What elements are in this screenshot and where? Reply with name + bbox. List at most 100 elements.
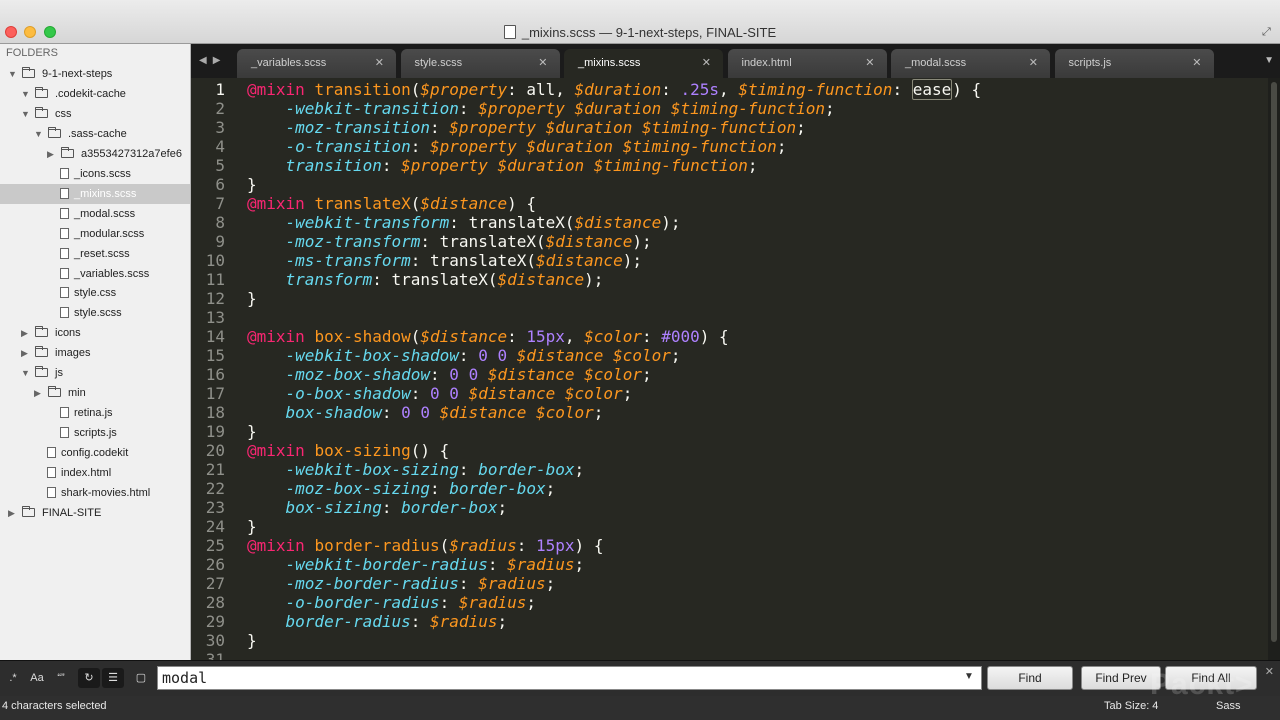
tab-dropdown-icon[interactable]: ▼ bbox=[1264, 55, 1274, 66]
find-input[interactable]: modal bbox=[157, 666, 982, 690]
fullscreen-icon[interactable]: ⤢ bbox=[1262, 26, 1274, 38]
tab[interactable]: style.scss ✕ bbox=[400, 49, 560, 78]
disclosure-expanded-icon[interactable]: ▼ bbox=[8, 64, 17, 84]
code-token: $property bbox=[420, 80, 508, 99]
scrollbar-thumb[interactable] bbox=[1271, 82, 1277, 642]
close-find-panel-icon[interactable]: ✕ bbox=[1265, 665, 1274, 678]
tab-label: _modal.scss bbox=[905, 57, 967, 69]
code-line[interactable]: transform: translateX($distance); bbox=[247, 270, 604, 289]
sidebar-item[interactable]: retina.js bbox=[0, 403, 190, 423]
sidebar-item[interactable]: scripts.js bbox=[0, 423, 190, 443]
disclosure-collapsed-icon[interactable]: ▶ bbox=[8, 503, 15, 523]
sidebar-item[interactable]: ▼ .codekit-cache bbox=[0, 84, 190, 104]
code-line[interactable]: @mixin transition($property: all, $durat… bbox=[247, 79, 981, 100]
highlight-matches-icon[interactable]: ▢ bbox=[130, 668, 152, 688]
tab-close-icon[interactable]: ✕ bbox=[375, 56, 384, 69]
code-token: 0 0 bbox=[449, 365, 488, 384]
code-line[interactable]: -webkit-transition: $property $duration … bbox=[247, 99, 835, 118]
tab-close-icon[interactable]: ✕ bbox=[865, 56, 874, 69]
sidebar-item[interactable]: style.css bbox=[0, 283, 190, 303]
disclosure-collapsed-icon[interactable]: ▶ bbox=[21, 343, 28, 363]
code-line[interactable]: -webkit-box-shadow: 0 0 $distance $color… bbox=[247, 346, 681, 365]
code-line[interactable]: } bbox=[247, 422, 257, 441]
code-line[interactable]: @mixin border-radius($radius: 15px) { bbox=[247, 536, 603, 555]
sidebar-item[interactable]: _mixins.scss bbox=[0, 183, 190, 204]
code-line[interactable]: -moz-box-shadow: 0 0 $distance $color; bbox=[247, 365, 652, 384]
code-token: : bbox=[439, 593, 459, 612]
find-button[interactable]: Find bbox=[987, 666, 1073, 690]
code-line[interactable]: -webkit-transform: translateX($distance)… bbox=[247, 213, 681, 232]
tab-nav-arrows-icon[interactable]: ◀▶ bbox=[199, 55, 226, 66]
code-line[interactable]: -webkit-border-radius: $radius; bbox=[247, 555, 585, 574]
disclosure-collapsed-icon[interactable]: ▶ bbox=[47, 144, 54, 164]
sidebar-item[interactable]: ▶ min bbox=[0, 383, 190, 403]
wrap-icon[interactable]: ↻ bbox=[78, 668, 100, 688]
tab[interactable]: scripts.js ✕ bbox=[1054, 49, 1214, 78]
sidebar-item[interactable]: ▼ js bbox=[0, 363, 190, 383]
sidebar-item[interactable]: ▼ .sass-cache bbox=[0, 124, 190, 144]
code-line[interactable]: -moz-border-radius: $radius; bbox=[247, 574, 556, 593]
code-line[interactable]: } bbox=[247, 289, 257, 308]
find-prev-button[interactable]: Find Prev bbox=[1081, 666, 1161, 690]
sidebar-item[interactable]: ▼ 9-1-next-steps bbox=[0, 64, 190, 84]
code-editor[interactable]: 1 2 3 4 5 6 7 8 9 10 11 12 13 14 15 16 17 18 19 20 21 22 23 24 2… bbox=[191, 78, 1268, 660]
tab-close-icon[interactable]: ✕ bbox=[702, 56, 711, 69]
code-line[interactable]: border-radius: $radius; bbox=[247, 612, 508, 631]
sidebar-item[interactable]: _icons.scss bbox=[0, 164, 190, 184]
sidebar-item[interactable]: config.codekit bbox=[0, 443, 190, 463]
code-line[interactable]: } bbox=[247, 631, 257, 650]
code-line[interactable]: -moz-transition: $property $duration $ti… bbox=[247, 118, 806, 137]
code-line[interactable]: -ms-transform: translateX($distance); bbox=[247, 251, 642, 270]
sidebar-item[interactable]: _reset.scss bbox=[0, 244, 190, 264]
sidebar-item[interactable]: _variables.scss bbox=[0, 264, 190, 284]
code-line[interactable]: } bbox=[247, 175, 257, 194]
whole-word-icon[interactable]: “” bbox=[50, 668, 72, 688]
case-sensitive-icon[interactable]: Aa bbox=[26, 668, 48, 688]
code-line[interactable]: -o-border-radius: $radius; bbox=[247, 593, 536, 612]
sidebar-item[interactable]: index.html bbox=[0, 463, 190, 483]
disclosure-collapsed-icon[interactable]: ▶ bbox=[34, 383, 41, 403]
find-history-dropdown-icon[interactable]: ▼ bbox=[964, 671, 974, 682]
tab-close-icon[interactable]: ✕ bbox=[1029, 56, 1038, 69]
code-token: ( bbox=[410, 327, 421, 346]
tab-close-icon[interactable]: ✕ bbox=[1192, 56, 1201, 69]
disclosure-expanded-icon[interactable]: ▼ bbox=[21, 84, 30, 104]
code-line[interactable]: -webkit-box-sizing: border-box; bbox=[247, 460, 585, 479]
sidebar-item[interactable]: shark-movies.html bbox=[0, 483, 190, 503]
file-icon bbox=[60, 407, 69, 419]
disclosure-expanded-icon[interactable]: ▼ bbox=[34, 124, 43, 144]
regex-icon[interactable]: .* bbox=[2, 668, 24, 688]
tab[interactable]: _modal.scss ✕ bbox=[891, 49, 1050, 78]
code-line[interactable]: @mixin box-shadow($distance: 15px, $colo… bbox=[247, 327, 729, 346]
code-line[interactable]: -moz-transform: translateX($distance); bbox=[247, 232, 652, 251]
sidebar-item[interactable]: ▶ images bbox=[0, 343, 190, 363]
sidebar-item[interactable]: style.scss bbox=[0, 303, 190, 323]
folder-icon bbox=[22, 505, 35, 517]
tab[interactable]: _mixins.scss ✕ bbox=[564, 49, 723, 78]
in-selection-icon[interactable]: ☰ bbox=[102, 668, 124, 688]
editor-scrollbar[interactable] bbox=[1268, 78, 1280, 660]
disclosure-collapsed-icon[interactable]: ▶ bbox=[21, 323, 28, 343]
tab[interactable]: _variables.scss ✕ bbox=[237, 49, 396, 78]
sidebar-item[interactable]: ▶ FINAL-SITE bbox=[0, 503, 190, 523]
code-line[interactable]: box-sizing: border-box; bbox=[247, 498, 508, 517]
sidebar-item[interactable]: ▶ icons bbox=[0, 323, 190, 343]
tab[interactable]: index.html ✕ bbox=[727, 49, 887, 78]
code-token: : bbox=[410, 137, 431, 156]
code-line[interactable]: } bbox=[247, 517, 257, 536]
code-line[interactable]: @mixin translateX($distance) { bbox=[247, 194, 536, 213]
sidebar-item[interactable]: ▼ css bbox=[0, 104, 190, 124]
code-line[interactable]: -moz-box-sizing: border-box; bbox=[247, 479, 556, 498]
sidebar-item[interactable]: _modal.scss bbox=[0, 204, 190, 224]
disclosure-expanded-icon[interactable]: ▼ bbox=[21, 104, 30, 124]
sidebar-item[interactable]: ▶ a3553427312a7efe6 bbox=[0, 144, 190, 164]
sidebar-item[interactable]: _modular.scss bbox=[0, 224, 190, 244]
code-line[interactable]: -o-box-shadow: 0 0 $distance $color; bbox=[247, 384, 633, 403]
disclosure-expanded-icon[interactable]: ▼ bbox=[21, 363, 30, 383]
code-line[interactable]: box-shadow: 0 0 $distance $color; bbox=[247, 403, 604, 422]
code-line[interactable]: -o-transition: $property $duration $timi… bbox=[247, 137, 787, 156]
tab-close-icon[interactable]: ✕ bbox=[538, 56, 547, 69]
code-token: border-box bbox=[478, 460, 575, 479]
code-line[interactable]: transition: $property $duration $timing-… bbox=[247, 156, 758, 175]
code-line[interactable]: @mixin box-sizing() { bbox=[247, 441, 449, 460]
